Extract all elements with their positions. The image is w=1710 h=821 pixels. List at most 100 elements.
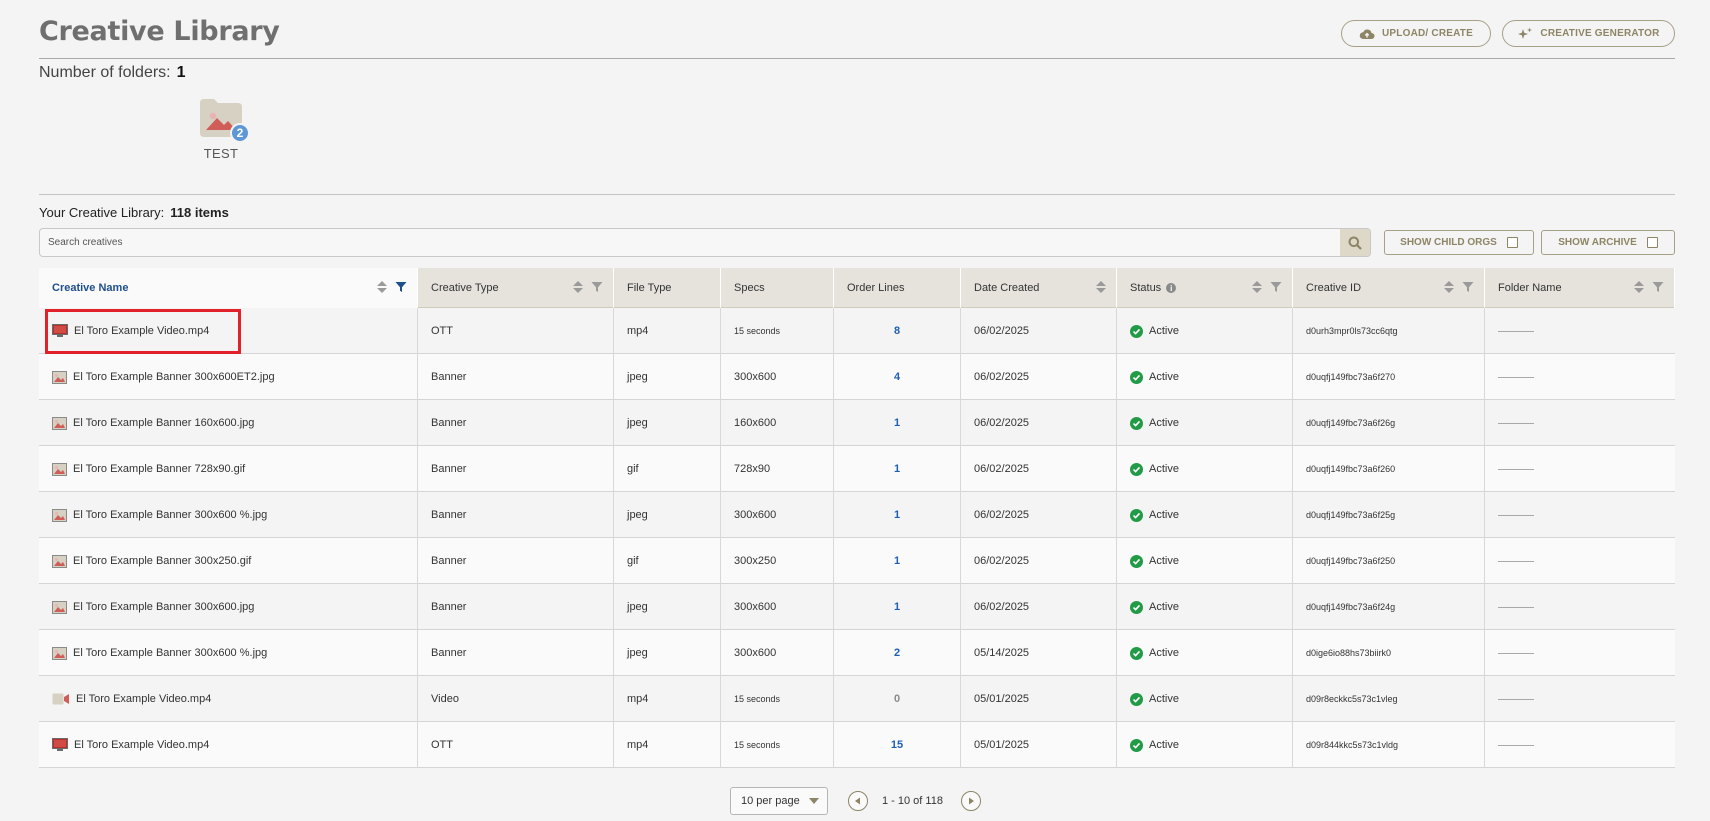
previous-page-button[interactable] [848, 791, 868, 811]
filter-icon[interactable] [1270, 281, 1282, 293]
cell-date-created: 05/01/2025 [961, 722, 1117, 768]
table-row[interactable]: El Toro Example Banner 300x600ET2.jpg Ban… [39, 354, 1675, 400]
cell-creative-name[interactable]: El Toro Example Banner 300x250.gif [39, 538, 418, 584]
page-range: 1 - 10 of 118 [882, 795, 943, 807]
order-lines-link[interactable]: 0 [894, 693, 900, 705]
cell-status: Active [1117, 630, 1293, 676]
search-button[interactable] [1340, 229, 1370, 256]
order-lines-link[interactable]: 4 [894, 371, 900, 383]
next-page-button[interactable] [960, 791, 981, 811]
table-row[interactable]: El Toro Example Banner 300x600.jpg Banner… [39, 584, 1675, 630]
cell-creative-name[interactable]: El Toro Example Banner 300x600.jpg [39, 584, 418, 630]
show-archive-toggle[interactable]: SHOW ARCHIVE [1541, 230, 1675, 255]
cell-order-lines[interactable]: 15 [834, 722, 961, 768]
table-row[interactable]: El Toro Example Video.mp4 Video mp4 15 seco… [39, 676, 1675, 722]
filter-active-icon[interactable] [395, 281, 407, 293]
cell-order-lines[interactable]: 8 [834, 308, 961, 354]
empty-dash [1498, 514, 1534, 516]
sort-icon[interactable] [377, 281, 387, 293]
table-row[interactable]: El Toro Example Video.mp4 OTT mp4 15 second… [39, 722, 1675, 768]
cell-order-lines[interactable]: 1 [834, 584, 961, 630]
table-row[interactable]: El Toro Example Video.mp4 OTT mp4 15 second… [39, 308, 1675, 354]
cell-order-lines[interactable]: 1 [834, 446, 961, 492]
cell-creative-id: d0uqfj149fbc73a6f250 [1293, 538, 1485, 584]
cell-order-lines[interactable]: 1 [834, 400, 961, 446]
cell-status: Active [1117, 400, 1293, 446]
column-date-created[interactable]: Date Created [961, 268, 1117, 308]
table-row[interactable]: El Toro Example Banner 300x250.gif Banner… [39, 538, 1675, 584]
order-lines-link[interactable]: 15 [891, 739, 903, 751]
sort-icon[interactable] [573, 281, 583, 293]
filter-icon[interactable] [591, 281, 603, 293]
column-creative-type[interactable]: Creative Type [418, 268, 614, 308]
check-circle-icon [1130, 554, 1143, 568]
cell-folder-name [1485, 446, 1675, 492]
column-creative-name[interactable]: Creative Name [39, 268, 418, 308]
triangle-left-icon [855, 797, 860, 805]
column-creative-id[interactable]: Creative ID [1293, 268, 1485, 308]
show-child-orgs-checkbox[interactable] [1506, 237, 1518, 248]
column-file-type[interactable]: File Type [614, 268, 721, 308]
show-child-orgs-toggle[interactable]: SHOW CHILD ORGS [1384, 230, 1534, 255]
sort-icon[interactable] [1634, 281, 1644, 293]
creative-generator-button[interactable]: CREATIVE GENERATOR [1502, 20, 1675, 47]
cell-date-created: 06/02/2025 [961, 446, 1117, 492]
order-lines-link[interactable]: 2 [894, 647, 900, 659]
empty-dash [1498, 652, 1534, 654]
cell-order-lines[interactable]: 2 [834, 630, 961, 676]
cell-order-lines[interactable]: 1 [834, 492, 961, 538]
cell-creative-id: d0uqfj149fbc73a6f24g [1293, 584, 1485, 630]
cell-creative-name[interactable]: El Toro Example Banner 300x600ET2.jpg [39, 354, 418, 400]
cloud-upload-icon [1359, 29, 1375, 39]
table-row[interactable]: El Toro Example Banner 300x600 %.jpg Bann… [39, 630, 1675, 676]
upload-create-button[interactable]: UPLOAD/ CREATE [1341, 20, 1491, 47]
order-lines-link[interactable]: 8 [894, 325, 900, 337]
cell-creative-name[interactable]: El Toro Example Banner 300x600 %.jpg [39, 630, 418, 676]
cell-creative-name[interactable]: El Toro Example Banner 728x90.gif [39, 446, 418, 492]
cell-creative-name[interactable]: El Toro Example Banner 300x600 %.jpg [39, 492, 418, 538]
sort-icon[interactable] [1096, 281, 1106, 293]
column-status[interactable]: Status i [1117, 268, 1293, 308]
search-input[interactable] [40, 229, 1340, 256]
table-row[interactable]: El Toro Example Banner 160x600.jpg Banner… [39, 400, 1675, 446]
tv-icon [52, 324, 68, 337]
info-icon[interactable]: i [1166, 283, 1177, 293]
per-page-select[interactable]: 10 per page [730, 787, 828, 815]
library-count-value: 118 items [170, 205, 229, 220]
column-label: Folder Name [1498, 282, 1562, 294]
order-lines-link[interactable]: 1 [894, 555, 900, 567]
table-row[interactable]: El Toro Example Banner 728x90.gif Banner g… [39, 446, 1675, 492]
cell-order-lines[interactable]: 1 [834, 538, 961, 584]
folder-count-badge: 2 [230, 123, 250, 143]
column-specs[interactable]: Specs [721, 268, 834, 308]
order-lines-link[interactable]: 1 [894, 417, 900, 429]
folder-item[interactable]: 2 TEST [179, 97, 263, 161]
sort-icon[interactable] [1252, 281, 1262, 293]
pagination: 10 per page 1 - 10 of 118 [730, 787, 981, 815]
table-row[interactable]: El Toro Example Banner 300x600 %.jpg Bann… [39, 492, 1675, 538]
filter-icon[interactable] [1462, 281, 1474, 293]
table-body: El Toro Example Video.mp4 OTT mp4 15 second… [39, 308, 1675, 768]
cell-order-lines[interactable]: 4 [834, 354, 961, 400]
cell-creative-name[interactable]: El Toro Example Video.mp4 [39, 676, 418, 722]
cell-folder-name [1485, 722, 1675, 768]
show-archive-checkbox[interactable] [1646, 237, 1658, 248]
tv-icon [52, 738, 68, 751]
folders-divider [39, 194, 1675, 195]
cell-creative-name[interactable]: El Toro Example Video.mp4 [39, 722, 418, 768]
order-lines-link[interactable]: 1 [894, 463, 900, 475]
cell-order-lines[interactable]: 0 [834, 676, 961, 722]
filter-icon[interactable] [1652, 281, 1664, 293]
cell-creative-id: d0ige6io88hs73biirk0 [1293, 630, 1485, 676]
cell-creative-name[interactable]: El Toro Example Video.mp4 [39, 308, 418, 354]
column-folder-name[interactable]: Folder Name [1485, 268, 1675, 308]
cell-creative-name[interactable]: El Toro Example Banner 160x600.jpg [39, 400, 418, 446]
search-icon [1348, 236, 1362, 250]
cell-creative-type: Banner [418, 354, 614, 400]
sort-icon[interactable] [1444, 281, 1454, 293]
column-order-lines[interactable]: Order Lines [834, 268, 961, 308]
cell-creative-type: OTT [418, 722, 614, 768]
image-icon [52, 416, 67, 430]
order-lines-link[interactable]: 1 [894, 601, 900, 613]
order-lines-link[interactable]: 1 [894, 509, 900, 521]
